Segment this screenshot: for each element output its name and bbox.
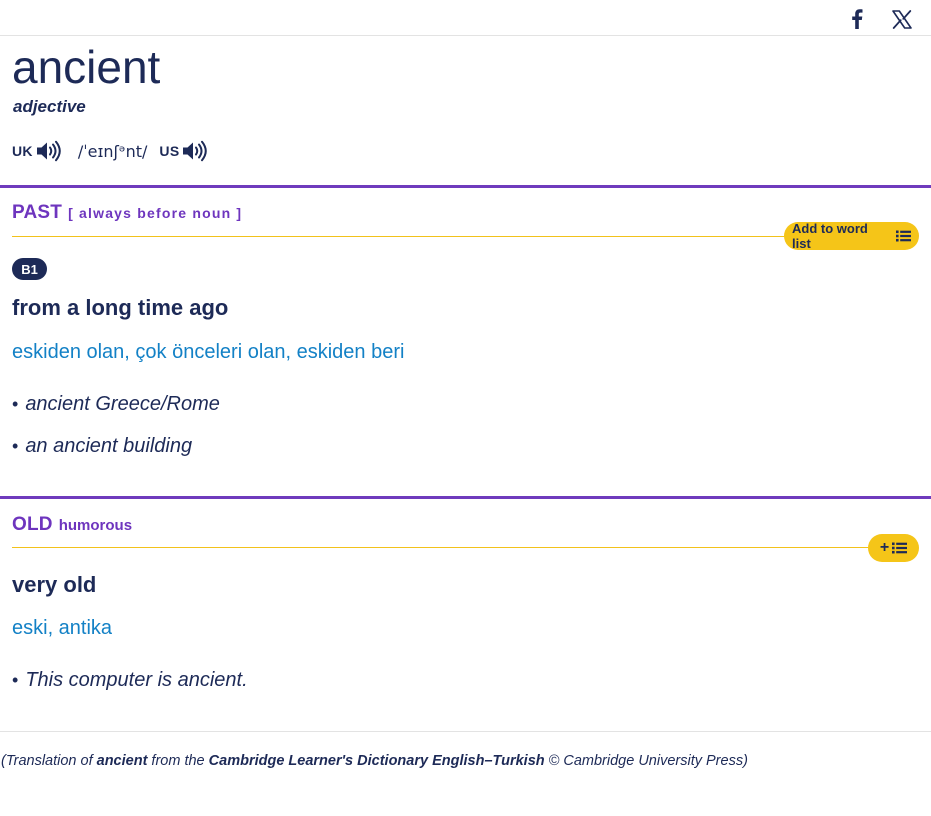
translation: eski, antika — [12, 617, 113, 639]
plus-icon: + — [879, 539, 890, 556]
guideword-label: OLD — [12, 514, 53, 535]
add-to-word-list-button[interactable]: Add to word list — [784, 221, 919, 251]
credit-suffix: © Cambridge University Press) — [544, 753, 748, 769]
credit-word: ancient — [96, 753, 148, 769]
grammar-label: [ always before noun ] — [68, 205, 243, 221]
example-text: ancient Greece/Rome — [25, 393, 220, 415]
part-of-speech: adjective — [13, 97, 86, 116]
x-icon — [892, 9, 912, 29]
share-bar — [0, 0, 931, 36]
us-label: US — [159, 143, 180, 159]
example-text: an ancient building — [25, 435, 193, 457]
guideword-underline — [12, 547, 886, 548]
pronunciation-row: UK /ˈeɪnʃᵊnt/ US — [12, 138, 208, 164]
headword: ancient — [12, 41, 161, 93]
facebook-share-button[interactable] — [846, 8, 868, 30]
bullet: • — [12, 394, 19, 414]
x-share-button[interactable] — [891, 8, 913, 30]
uk-audio-button[interactable] — [36, 139, 62, 163]
cefr-level-badge: B1 — [12, 258, 47, 280]
translation-credit: (Translation of ancient from the Cambrid… — [1, 753, 748, 769]
list-icon — [896, 230, 911, 242]
list-icon — [892, 542, 908, 554]
definition: from a long time ago — [12, 295, 229, 320]
guideword-label: PAST — [12, 202, 63, 223]
uk-label: UK — [12, 143, 33, 159]
sense-guideword: OLD humorous — [12, 514, 132, 536]
credit-prefix: (Translation of — [1, 753, 97, 769]
bullet: • — [12, 670, 19, 690]
speaker-icon — [36, 140, 61, 162]
speaker-icon — [183, 140, 208, 162]
sense-guideword: PAST [ always before noun ] — [12, 202, 242, 224]
translation: eskiden olan, çok önceleri olan, eskiden… — [12, 341, 405, 363]
bullet: • — [12, 436, 19, 456]
example-sentence: • an ancient building — [12, 435, 192, 458]
credit-mid: from the — [147, 753, 209, 769]
usage-label: humorous — [58, 517, 133, 534]
add-to-word-list-button[interactable]: + — [868, 534, 919, 562]
guideword-underline — [12, 236, 802, 237]
example-sentence: • ancient Greece/Rome — [12, 393, 220, 416]
credit-source: Cambridge Learner's Dictionary English–T… — [208, 753, 545, 769]
ipa-transcription: /ˈeɪnʃᵊnt/ — [77, 141, 148, 161]
facebook-icon — [852, 9, 863, 29]
add-to-word-list-label: Add to word list — [792, 221, 868, 251]
example-text: This computer is ancient. — [25, 669, 248, 691]
sense-divider — [0, 185, 931, 188]
footer-divider — [0, 731, 931, 732]
definition: very old — [12, 572, 97, 597]
sense-divider — [0, 496, 931, 499]
us-audio-button[interactable] — [182, 139, 208, 163]
example-sentence: • This computer is ancient. — [12, 669, 248, 692]
